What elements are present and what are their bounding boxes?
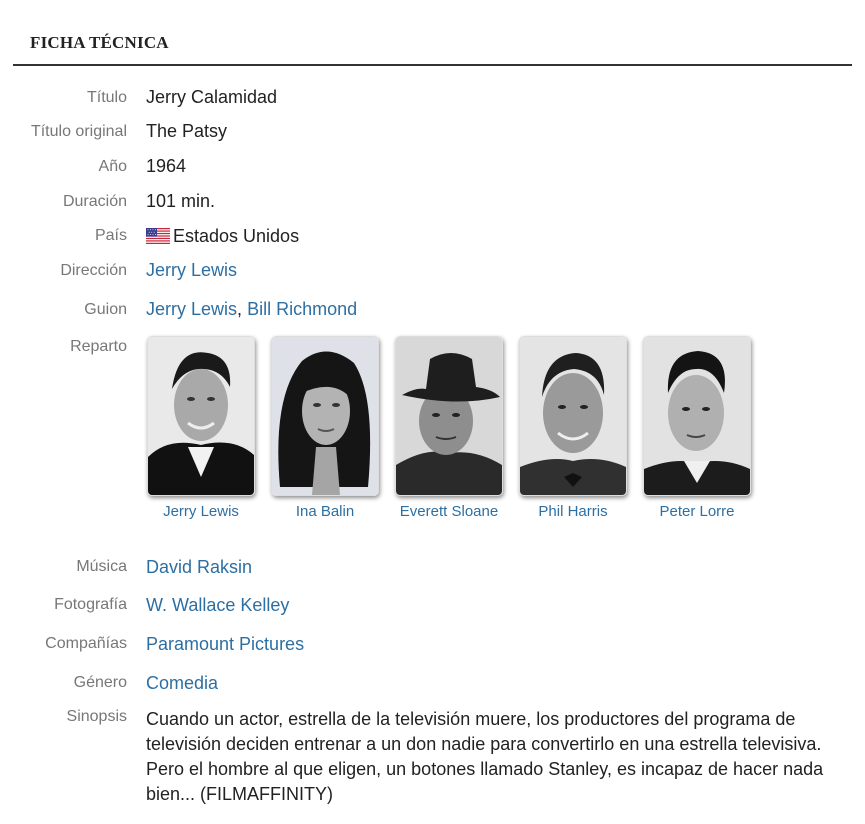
field-value: 1964 bbox=[146, 156, 187, 176]
us-flag-icon bbox=[146, 228, 170, 244]
field-label: Fotografía bbox=[54, 596, 127, 613]
cast-member[interactable]: Everett Sloane bbox=[395, 336, 503, 520]
field-label: Reparto bbox=[70, 338, 127, 355]
field-label: Título bbox=[86, 89, 127, 106]
title-divider bbox=[13, 64, 852, 66]
field-label: Compañías bbox=[45, 635, 127, 652]
writer-separator: , bbox=[237, 299, 243, 319]
field-label: Año bbox=[98, 158, 127, 175]
company-link[interactable]: Paramount Pictures bbox=[146, 634, 304, 654]
country-name: Estados Unidos bbox=[173, 226, 300, 246]
field-label: Título original bbox=[30, 123, 127, 140]
composer-link[interactable]: David Raksin bbox=[146, 557, 252, 577]
writer-link[interactable]: Bill Richmond bbox=[247, 299, 357, 319]
actor-photo[interactable] bbox=[643, 336, 751, 496]
actor-photo[interactable] bbox=[147, 336, 255, 496]
field-label: País bbox=[94, 227, 127, 244]
field-label: Dirección bbox=[60, 262, 127, 279]
field-value: Estados Unidos bbox=[146, 226, 299, 247]
actor-name-link[interactable]: Peter Lorre bbox=[623, 503, 771, 520]
writer-link[interactable]: Jerry Lewis bbox=[146, 299, 237, 319]
field-value: 101 min. bbox=[146, 191, 216, 211]
actor-photo[interactable] bbox=[519, 336, 627, 496]
field-label: Género bbox=[73, 674, 127, 691]
cast-member[interactable]: Jerry Lewis bbox=[147, 336, 255, 520]
cast-member[interactable]: Phil Harris bbox=[519, 336, 627, 520]
field-value: The Patsy bbox=[146, 121, 228, 141]
section-title: FICHA TÉCNICA bbox=[30, 33, 169, 52]
actor-photo[interactable] bbox=[271, 336, 379, 496]
field-label: Duración bbox=[62, 193, 127, 210]
cinematographer-link[interactable]: W. Wallace Kelley bbox=[146, 595, 289, 615]
field-label: Música bbox=[76, 558, 127, 575]
genre-link[interactable]: Comedia bbox=[146, 673, 218, 693]
cast-member[interactable]: Ina Balin bbox=[271, 336, 379, 520]
synopsis-text: Cuando un actor, estrella de la televisi… bbox=[146, 709, 824, 804]
field-value: Jerry Calamidad bbox=[146, 87, 278, 107]
field-label: Guion bbox=[84, 301, 127, 318]
actor-photo[interactable] bbox=[395, 336, 503, 496]
cast-member[interactable]: Peter Lorre bbox=[643, 336, 751, 520]
director-link[interactable]: Jerry Lewis bbox=[146, 260, 237, 280]
field-label: Sinopsis bbox=[66, 708, 127, 725]
